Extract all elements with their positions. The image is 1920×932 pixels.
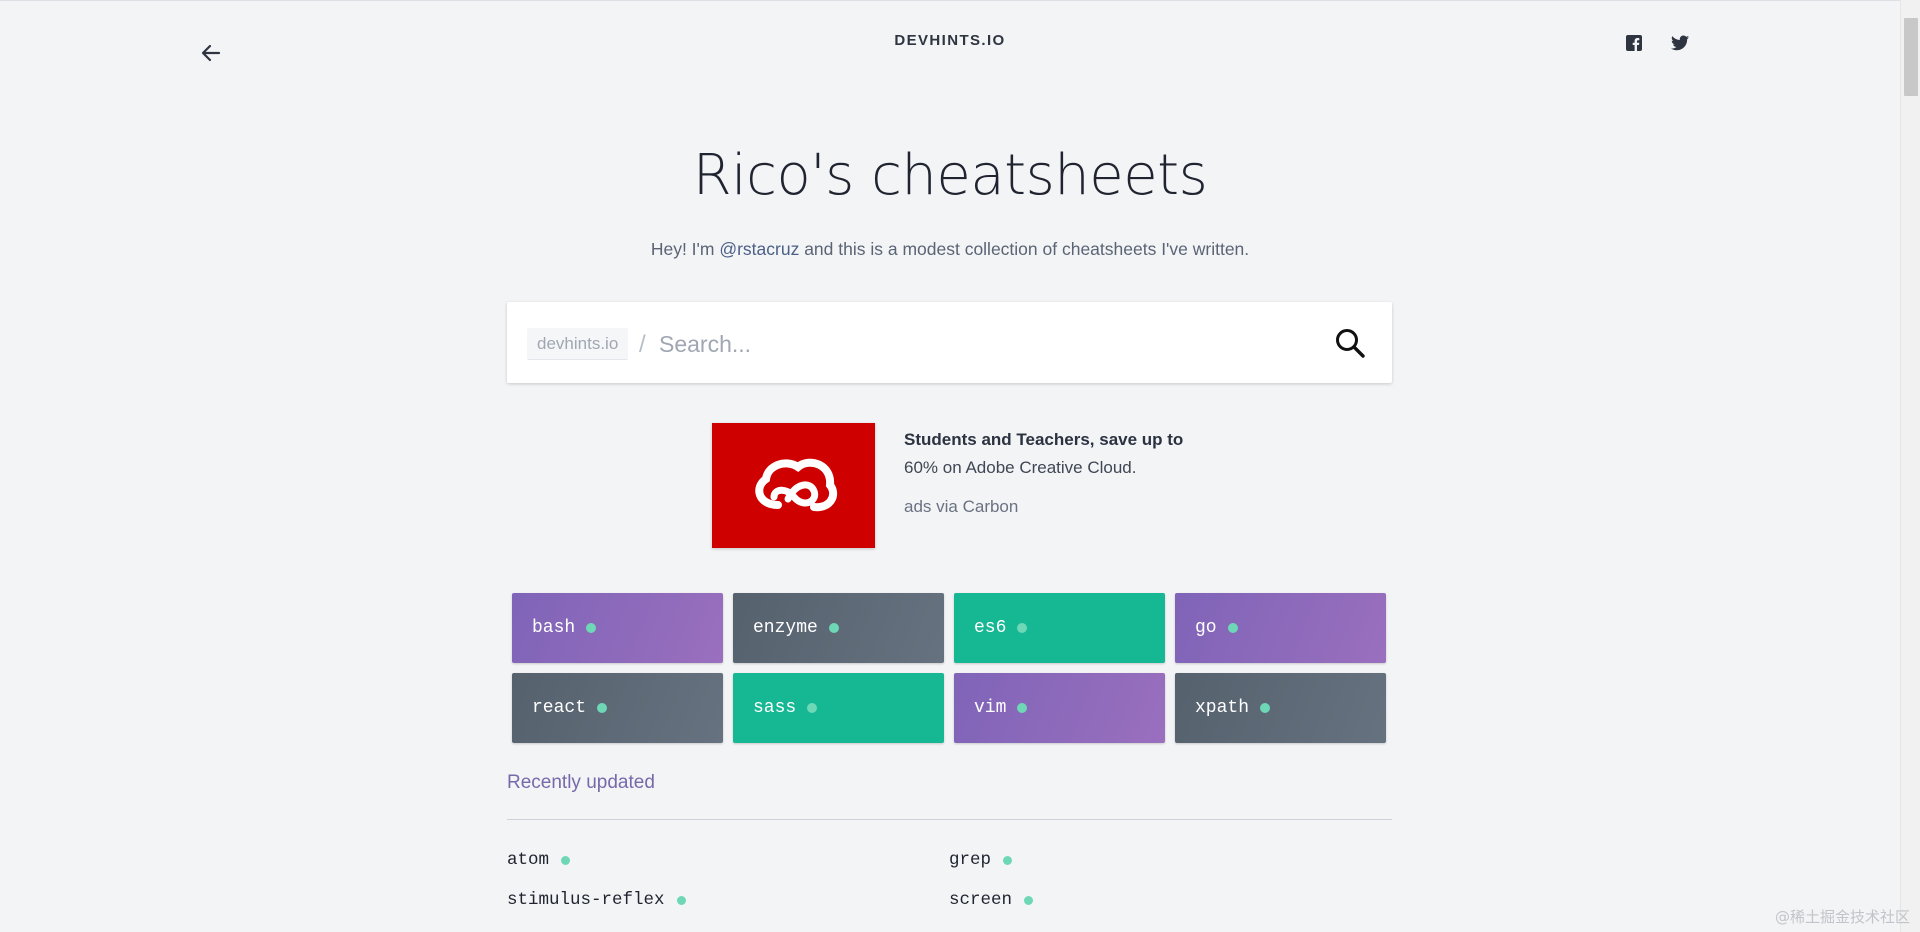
cheatsheet-tile-bash[interactable]: bash: [512, 593, 723, 663]
updated-dot-icon: [807, 703, 818, 713]
updated-dot-icon: [1003, 855, 1013, 865]
vertical-scrollbar[interactable]: [1900, 0, 1920, 932]
site-brand[interactable]: DEVHINTS.IO: [0, 32, 1900, 49]
cheatsheet-tile-vim[interactable]: vim: [954, 673, 1165, 743]
cheatsheet-tile-go[interactable]: go: [1175, 593, 1386, 663]
updated-dot-icon: [597, 703, 608, 713]
search-icon[interactable]: [1333, 326, 1367, 360]
recent-item-label: atom: [507, 850, 550, 870]
section-divider: [507, 819, 1392, 820]
updated-dot-icon: [1017, 623, 1028, 633]
cheatsheet-tile-label: react: [532, 698, 587, 718]
top-border: [0, 0, 1920, 1]
recent-item-label: stimulus-reflex: [507, 890, 665, 910]
ad-attribution-link[interactable]: ads via Carbon: [904, 497, 1018, 517]
cheatsheet-tile-sass[interactable]: sass: [733, 673, 944, 743]
author-handle-link[interactable]: @rstacruz: [719, 239, 799, 259]
subtitle-rest: and this is a modest collection of cheat…: [799, 239, 1250, 259]
search-prefix: devhints.io: [527, 328, 629, 360]
updated-dot-icon: [1227, 623, 1238, 633]
cheatsheet-tile-label: xpath: [1195, 698, 1250, 718]
page-subtitle: Hey! I'm @rstacruz and this is a modest …: [0, 239, 1900, 260]
recent-item-stimulus-reflex[interactable]: stimulus-reflex: [507, 890, 686, 910]
cheatsheet-tile-es6[interactable]: es6: [954, 593, 1165, 663]
ad-body: 60% on Adobe Creative Cloud.: [904, 458, 1137, 477]
cheatsheet-tile-label: sass: [753, 698, 797, 718]
ad-headline: Students and Teachers, save up to: [904, 430, 1184, 449]
ad-copy[interactable]: Students and Teachers, save up to 60% on…: [904, 426, 1224, 482]
cheatsheet-tile-label: vim: [974, 698, 1007, 718]
recent-item-label: grep: [949, 850, 992, 870]
updated-dot-icon: [1260, 703, 1271, 713]
featured-cheatsheets: bash enzyme es6 go react sass vim xpath: [512, 593, 1388, 743]
facebook-icon[interactable]: [1624, 33, 1644, 53]
social-links: [1624, 33, 1690, 53]
cheatsheet-tile-label: enzyme: [753, 618, 818, 638]
updated-dot-icon: [828, 623, 839, 633]
cheatsheet-tile-label: es6: [974, 618, 1007, 638]
recent-item-grep[interactable]: grep: [949, 850, 1013, 870]
updated-dot-icon: [1017, 703, 1028, 713]
recent-item-screen[interactable]: screen: [949, 890, 1034, 910]
ad-image[interactable]: [712, 423, 875, 548]
cheatsheet-tile-label: bash: [532, 618, 576, 638]
search-input[interactable]: [659, 322, 1299, 366]
updated-dot-icon: [561, 855, 571, 865]
search-box: devhints.io /: [507, 302, 1392, 383]
cheatsheet-tile-react[interactable]: react: [512, 673, 723, 743]
adobe-creative-cloud-logo: [754, 458, 837, 511]
cheatsheet-tile-label: go: [1195, 618, 1217, 638]
updated-dot-icon: [676, 895, 686, 905]
twitter-icon[interactable]: [1670, 33, 1690, 53]
page-title: Rico's cheatsheets: [692, 143, 1208, 208]
cheatsheet-tile-xpath[interactable]: xpath: [1175, 673, 1386, 743]
subtitle-intro: Hey! I'm: [650, 239, 720, 259]
scrollbar-thumb[interactable]: [1904, 18, 1918, 96]
cheatsheet-tile-enzyme[interactable]: enzyme: [733, 593, 944, 663]
recently-updated-heading: Recently updated: [507, 772, 655, 793]
watermark: @稀土掘金技术社区: [1774, 908, 1910, 926]
search-separator: /: [639, 331, 646, 358]
updated-dot-icon: [586, 623, 597, 633]
recent-item-atom[interactable]: atom: [507, 850, 571, 870]
recent-item-label: screen: [949, 890, 1013, 910]
updated-dot-icon: [1024, 895, 1034, 905]
